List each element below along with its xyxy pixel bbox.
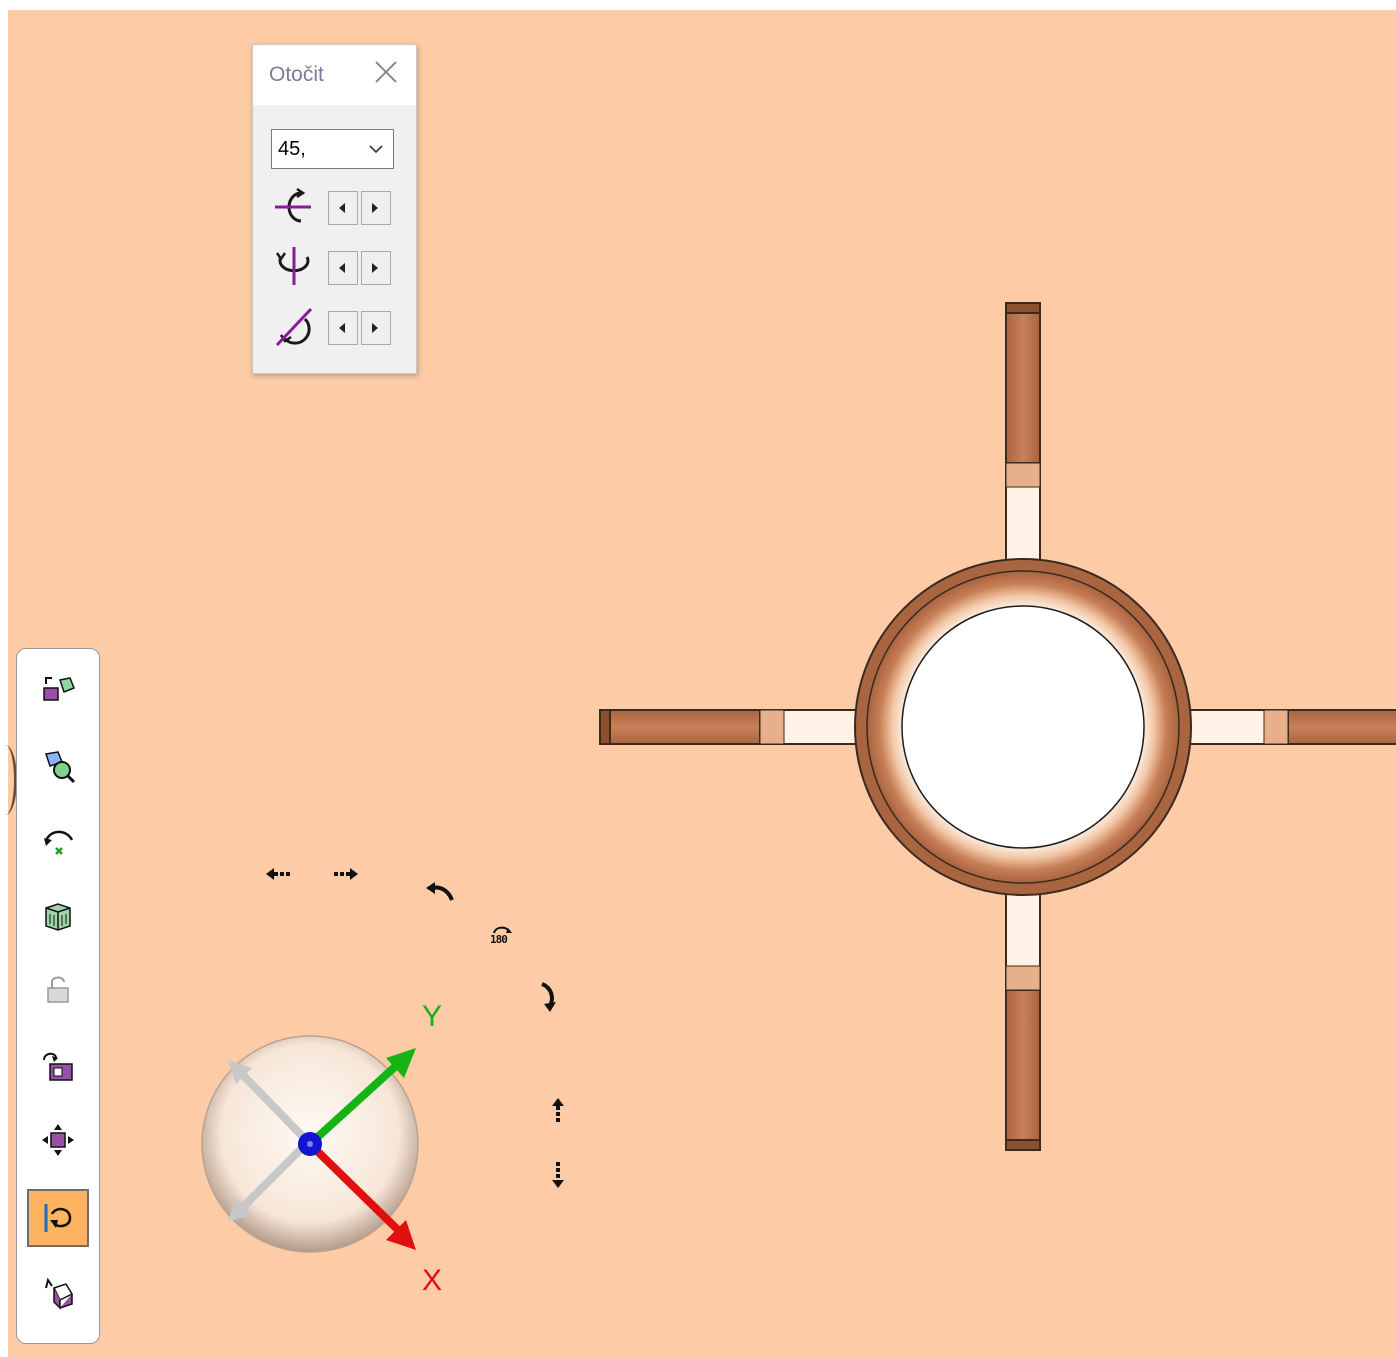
arrow-right-icon <box>372 263 378 273</box>
arrow-left-icon <box>339 203 345 213</box>
zoom-to-selection-icon <box>45 751 76 784</box>
rotate-about-axis-icon <box>44 1204 72 1232</box>
save-view-button[interactable] <box>27 1037 89 1095</box>
axis-triad[interactable] <box>188 1020 448 1300</box>
view-toolbar <box>16 648 100 1344</box>
rotate-view-icon <box>44 830 74 855</box>
arrow-left-icon <box>339 323 345 333</box>
rotate-row-x <box>271 185 397 229</box>
rotate-ccw-icon[interactable] <box>422 880 456 904</box>
model-leg-left <box>599 709 869 745</box>
rotate-x-axis-icon <box>275 187 311 223</box>
x-axis-label: X <box>422 1264 443 1297</box>
normal-to-icon <box>45 1277 74 1310</box>
angle-value: 45, <box>278 138 306 160</box>
arrow-left-icon <box>339 263 345 273</box>
model-leg-right <box>1179 709 1396 745</box>
rotate-z-left-button[interactable] <box>328 311 358 345</box>
rotate-cw-icon[interactable] <box>536 980 562 1014</box>
model-leg-top <box>1005 302 1041 572</box>
lock-view-icon <box>47 976 69 1003</box>
zoom-to-selection-button[interactable] <box>27 737 89 795</box>
graphics-viewport[interactable]: Otočit 45, 180 Y X <box>8 10 1396 1357</box>
arrow-right-icon <box>372 323 378 333</box>
rotate-z-axis-icon <box>275 307 313 347</box>
view-orientation-button[interactable] <box>27 661 89 719</box>
display-style-button[interactable] <box>27 887 89 945</box>
normal-to-button[interactable] <box>27 1265 89 1323</box>
close-icon[interactable] <box>371 59 401 89</box>
pan-icon <box>42 1124 74 1156</box>
model-ring <box>854 558 1192 896</box>
rotate-x-right-button[interactable] <box>361 191 391 225</box>
lock-view-button[interactable] <box>27 961 89 1019</box>
angle-select[interactable]: 45, <box>271 129 394 169</box>
rotate-z-right-button[interactable] <box>361 311 391 345</box>
view-orientation-icon <box>43 677 75 701</box>
display-style-icon <box>45 903 71 931</box>
rotate-180-icon[interactable]: 180 <box>488 924 516 948</box>
pan-right-icon[interactable] <box>330 866 360 882</box>
rotate-y-right-button[interactable] <box>361 251 391 285</box>
rotate-row-z <box>271 305 397 349</box>
rotate-x-left-button[interactable] <box>328 191 358 225</box>
rotate-about-axis-button[interactable] <box>27 1189 89 1247</box>
pan-left-icon[interactable] <box>264 866 294 882</box>
rotate-dialog: Otočit 45, <box>252 44 417 374</box>
rotate-y-left-button[interactable] <box>328 251 358 285</box>
rotate-view-button[interactable] <box>27 811 89 869</box>
model-leg-bottom <box>1005 881 1041 1151</box>
pan-down-icon[interactable] <box>550 1160 566 1190</box>
arrow-right-icon <box>372 203 378 213</box>
y-axis-label: Y <box>422 1000 443 1033</box>
rotate-y-axis-icon <box>275 247 310 285</box>
rotate-dialog-titlebar: Otočit <box>253 45 416 105</box>
rotate-180-label: 180 <box>490 933 508 946</box>
rotate-dialog-title: Otočit <box>269 63 324 86</box>
pan-button[interactable] <box>27 1111 89 1169</box>
chevron-down-icon <box>369 145 383 154</box>
save-view-icon <box>43 1052 73 1081</box>
pan-up-icon[interactable] <box>550 1096 566 1126</box>
rotate-row-y <box>271 245 397 289</box>
